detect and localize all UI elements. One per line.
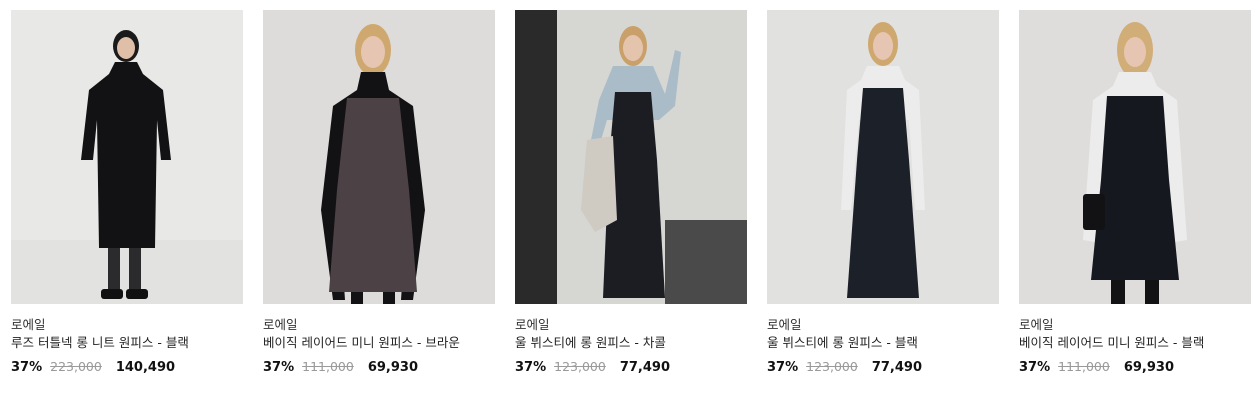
original-price: 111,000	[302, 359, 354, 374]
price-row: 37% 111,000 69,930	[263, 358, 495, 377]
discount-rate: 37%	[1019, 360, 1051, 375]
product-brand: 로에일	[1019, 317, 1054, 332]
discount-rate: 37%	[11, 360, 43, 375]
price-row: 37% 123,000 77,490	[515, 358, 747, 377]
price-row: 37% 223,000 140,490	[11, 358, 243, 377]
original-price: 111,000	[1058, 359, 1110, 374]
product-image[interactable]	[515, 10, 747, 304]
product-name[interactable]: 울 뷔스티에 롱 원피스 - 블랙	[767, 334, 999, 352]
sale-price: 69,930	[367, 360, 418, 375]
price-row: 37% 111,000 69,930	[1019, 358, 1251, 377]
product-card[interactable]: 로에일 베이직 레이어드 미니 원피스 - 블랙 37% 111,000 69,…	[1019, 10, 1251, 377]
product-name[interactable]: 베이직 레이어드 미니 원피스 - 블랙	[1019, 334, 1251, 352]
product-name[interactable]: 울 뷔스티에 롱 원피스 - 차콜	[515, 334, 747, 352]
model-photo-icon	[515, 10, 747, 304]
sale-price: 140,490	[115, 360, 176, 375]
price-row: 37% 123,000 77,490	[767, 358, 999, 377]
discount-rate: 37%	[767, 360, 799, 375]
product-card[interactable]: 로에일 루즈 터틀넥 롱 니트 원피스 - 블랙 37% 223,000 140…	[11, 10, 243, 377]
product-image[interactable]	[767, 10, 999, 304]
sale-price: 77,490	[871, 360, 922, 375]
model-photo-icon	[11, 10, 243, 304]
discount-rate: 37%	[515, 360, 547, 375]
product-brand: 로에일	[11, 317, 46, 332]
product-brand: 로에일	[767, 317, 802, 332]
original-price: 123,000	[806, 359, 858, 374]
product-card[interactable]: 로에일 울 뷔스티에 롱 원피스 - 차콜 37% 123,000 77,490	[515, 10, 747, 377]
discount-rate: 37%	[263, 360, 295, 375]
product-image[interactable]	[263, 10, 495, 304]
product-brand: 로에일	[515, 317, 550, 332]
original-price: 123,000	[554, 359, 606, 374]
model-photo-icon	[767, 10, 999, 304]
product-image[interactable]	[11, 10, 243, 304]
product-name[interactable]: 베이직 레이어드 미니 원피스 - 브라운	[263, 334, 495, 352]
model-photo-icon	[1019, 10, 1251, 304]
product-grid: 로에일 루즈 터틀넥 롱 니트 원피스 - 블랙 37% 223,000 140…	[11, 10, 1251, 377]
model-photo-icon	[263, 10, 495, 304]
product-image[interactable]	[1019, 10, 1251, 304]
product-brand: 로에일	[263, 317, 298, 332]
original-price: 223,000	[50, 359, 102, 374]
product-name[interactable]: 루즈 터틀넥 롱 니트 원피스 - 블랙	[11, 334, 243, 352]
sale-price: 69,930	[1123, 360, 1174, 375]
product-card[interactable]: 로에일 베이직 레이어드 미니 원피스 - 브라운 37% 111,000 69…	[263, 10, 495, 377]
sale-price: 77,490	[619, 360, 670, 375]
product-card[interactable]: 로에일 울 뷔스티에 롱 원피스 - 블랙 37% 123,000 77,490	[767, 10, 999, 377]
